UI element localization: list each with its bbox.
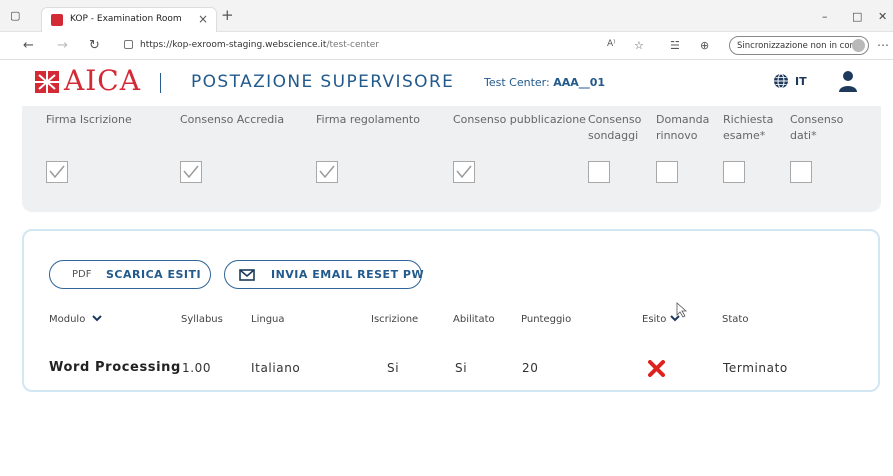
header-divider [160,73,161,93]
consent-label-richiesta-esame: Richiesta esame* [723,113,774,142]
tab-actions-icon[interactable]: ▢ [10,9,20,22]
test-center-info: Test Center: AAA__01 [484,76,605,89]
mail-icon [239,269,255,281]
row-lingua: Italiano [251,361,301,375]
header-punteggio: Punteggio [521,314,572,325]
chevron-down-icon [91,315,102,322]
forward-icon[interactable]: → [57,38,68,53]
header-modulo-label: Modulo [49,314,86,325]
check-icon [456,165,472,179]
sync-status-button[interactable]: Sincronizzazione non in corso [729,36,869,55]
header-iscrizione: Iscrizione [371,314,419,325]
reload-icon[interactable]: ↻ [89,38,100,53]
language-selector[interactable]: IT [795,75,807,88]
consent-label-regolamento: Firma regolamento [316,113,420,126]
address-bar: ← → ↻ https://kop-exroom-staging.webscie… [0,32,893,60]
row-modulo: Word Processing [49,360,181,375]
send-reset-email-label: INVIA EMAIL RESET PW [271,268,425,281]
page-title: POSTAZIONE SUPERVISORE [191,72,455,92]
browser-tab-bar: ▢ KOP - Examination Room × + – □ ✕ [0,0,893,32]
tab-close-icon[interactable]: × [198,12,208,26]
collections-icon[interactable]: ⊕ [700,39,709,52]
checkbox-firma-iscrizione[interactable] [46,161,68,183]
check-icon [49,165,65,179]
minimize-icon[interactable]: – [822,10,828,23]
back-icon[interactable]: ← [23,38,34,53]
url-path: /test-center [326,40,379,50]
consent-panel: Firma Iscrizione Consenso Accredia Firma… [22,106,881,212]
sync-status-label: Sincronizzazione non in corso [737,41,863,51]
row-punteggio: 20 [522,361,539,375]
tab-title: KOP - Examination Room [70,14,182,24]
more-menu-icon[interactable]: ⋯ [877,38,889,52]
checkbox-richiesta-esame[interactable] [723,161,745,183]
consent-label-pubblicazione: Consenso pubblicazione [453,113,586,126]
logo-text: AICA [64,64,141,97]
mouse-cursor-icon [676,302,688,318]
header-syllabus: Syllabus [181,314,223,325]
row-syllabus: 1.00 [182,361,212,375]
aica-logo-icon [35,71,59,93]
restore-icon[interactable]: □ [852,10,862,23]
favicon-icon [51,14,63,26]
favorite-icon[interactable]: ☆ [634,39,644,52]
row-iscrizione: Si [387,361,400,375]
read-aloud-icon[interactable]: A⁾ [607,39,615,49]
test-center-label: Test Center: [484,76,550,89]
checkbox-accredia[interactable] [180,161,202,183]
consent-label-dati: Consenso dati* [790,113,844,142]
fail-x-icon [648,360,665,377]
close-window-icon[interactable]: ✕ [878,10,887,23]
url-field[interactable]: https://kop-exroom-staging.webscience.it… [140,40,379,50]
header-esito-label: Esito [642,314,667,325]
checkbox-dati[interactable] [790,161,812,183]
row-abilitato: Si [455,361,468,375]
check-icon [183,165,199,179]
header-esito[interactable]: Esito [642,314,680,325]
consent-label-accredia: Consenso Accredia [180,113,285,126]
check-icon [319,165,335,179]
checkbox-sondaggi[interactable] [588,161,610,183]
browser-tab[interactable]: KOP - Examination Room × [41,7,217,32]
globe-icon[interactable] [773,73,789,89]
site-info-icon[interactable] [124,40,133,49]
test-center-value: AAA__01 [553,76,606,89]
profile-avatar-icon [852,39,865,52]
url-host: https://kop-exroom-staging.webscience.it [140,40,327,50]
favorites-list-icon[interactable]: ☱ [670,39,680,52]
pdf-icon: PDF [72,269,92,280]
download-results-label: SCARICA ESITI [106,268,202,281]
new-tab-button[interactable]: + [221,6,234,24]
checkbox-rinnovo[interactable] [656,161,678,183]
checkbox-regolamento[interactable] [316,161,338,183]
row-stato: Terminato [723,361,788,375]
header-lingua: Lingua [251,314,285,325]
header-modulo[interactable]: Modulo [49,314,102,325]
header-abilitato: Abilitato [453,314,495,325]
app-header: AICA POSTAZIONE SUPERVISORE Test Center:… [0,60,893,106]
user-icon[interactable] [838,70,858,92]
checkbox-pubblicazione[interactable] [453,161,475,183]
results-card: PDF SCARICA ESITI INVIA EMAIL RESET PW M… [22,229,880,392]
download-results-button[interactable]: PDF SCARICA ESITI [49,260,211,289]
consent-label-sondaggi: Consenso sondaggi [588,113,642,142]
header-stato: Stato [722,314,749,325]
consent-label-rinnovo: Domanda rinnovo [656,113,710,142]
consent-label-firma-iscrizione: Firma Iscrizione [46,113,132,126]
send-reset-email-button[interactable]: INVIA EMAIL RESET PW [224,260,425,289]
